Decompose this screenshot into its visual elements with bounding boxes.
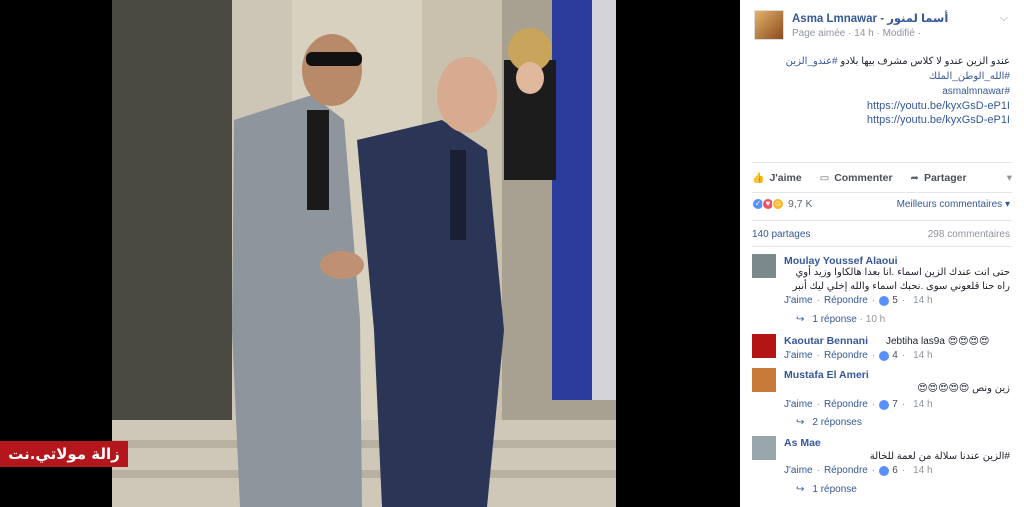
reply-arrow-icon: ↪ [796,314,805,325]
comment-actions: J'aime · Répondre · 7 · 14 h [784,399,933,410]
divider [752,162,1012,163]
hashtag-link[interactable]: #asmalmnawar [942,86,1010,97]
audience-chevron-icon[interactable]: ▾ [1007,172,1012,184]
comment-like-link[interactable]: J'aime [784,465,813,476]
comments-count[interactable]: 298 commentaires [928,229,1010,240]
reply-arrow-icon: ↪ [796,417,805,428]
photo-viewer: زالة مولاتي.نت [0,0,740,507]
post-text: عندو الزين عندو لا كلاس مشرف بيها بلادو … [760,54,1010,99]
reaction-count: 9,7 K [788,198,813,210]
youtube-link[interactable]: https://youtu.be/kyxGsD-eP1I [867,100,1010,112]
post-actions: 👍 J'aime ▭ Commenter ➦ Partager ▾ [752,168,1012,188]
replies-link[interactable]: ↪ 1 réponse [796,484,857,495]
shares-count[interactable]: 140 partages [752,229,810,240]
replies-link[interactable]: ↪ 1 réponse · 10 h [796,314,885,325]
like-reaction-icon [879,465,890,476]
like-button[interactable]: 👍 J'aime [752,172,802,184]
comment-reply-link[interactable]: Répondre [824,465,868,476]
commenter-name[interactable]: Mustafa El Ameri [784,369,869,381]
comment-time[interactable]: 14 h [913,350,932,361]
comment-item: Mustafa El Ameri زين ونص 😍😍😍😍😍 J'aime · R… [752,368,1012,434]
post-text-line: عندو الزين عندو لا كلاس مشرف بيها بلادو [840,56,1010,67]
comment-actions: J'aime · Répondre · 5 · 14 h [784,295,933,306]
comment-time[interactable]: 14 h [913,295,932,306]
reply-count: 2 réponses [812,417,862,428]
comment-item: As Mae #الزين عندنا سلالة من لعمة للخالة… [752,436,1012,502]
reply-time: 10 h [865,314,886,325]
comment-item: Kaoutar Bennani Jebtiha las9a 😍😍😍😍 J'aim… [752,334,1012,364]
sort-label: Meilleurs commentaires [896,199,1003,210]
haha-reaction-icon: ☺ [772,198,784,210]
divider [752,220,1012,221]
page-avatar[interactable] [754,10,784,40]
comment-text: #الزين عندنا سلالة من لعمة للخالة [869,451,1010,462]
post-photo[interactable] [112,0,616,507]
comment-actions: J'aime · Répondre · 6 · 14 h [784,465,933,476]
reactions-summary[interactable]: ✓ ♥ ☺ 9,7 K [752,198,813,210]
comment-likes[interactable]: 4 [879,350,898,361]
share-icon: ➦ [910,172,919,184]
comment-text: زين ونص 😍😍😍😍😍 [917,383,1010,394]
share-label: Partager [923,172,967,184]
youtube-link[interactable]: https://youtu.be/kyxGsD-eP1I [867,114,1010,126]
sort-comments-dropdown[interactable]: Meilleurs commentaires ▾ [897,199,1010,210]
comment-like-link[interactable]: J'aime [784,295,813,306]
likes-count: 5 [892,295,898,306]
commenter-name[interactable]: Kaoutar Bennani [784,335,868,347]
likes-count: 4 [892,350,898,361]
comment-time[interactable]: 14 h [913,399,932,410]
reply-arrow-icon: ↪ [796,484,805,495]
comment-icon: ▭ [819,172,830,184]
like-label: J'aime [769,172,802,184]
page-name[interactable]: Asma Lmnawar - أسما لمنور [792,11,948,25]
comment-text: Jebtiha las9a 😍😍😍😍 [886,336,990,347]
comment-like-link[interactable]: J'aime [784,399,813,410]
divider [752,192,1012,193]
comment-reply-link[interactable]: Répondre [824,350,868,361]
comment-text: حتى انت عندك الزين اسماء .انا بعدا هالكا… [792,267,1010,292]
like-reaction-icon [879,350,890,361]
avatar[interactable] [752,254,776,278]
comment-actions: J'aime · Répondre · 4 · 14 h [784,350,933,361]
comment-likes[interactable]: 7 [879,399,898,410]
reply-count: 1 réponse [812,314,857,325]
comment-button[interactable]: ▭ Commenter [820,172,893,184]
commenter-name[interactable]: As Mae [784,437,821,449]
avatar[interactable] [752,436,776,460]
avatar[interactable] [752,368,776,392]
likes-count: 6 [892,465,898,476]
photo-illustration [112,0,616,507]
like-reaction-icon [879,399,890,410]
comment-item: Moulay Youssef Alaoui حتى انت عندك الزين… [752,254,1012,330]
share-button[interactable]: ➦ Partager [911,172,967,184]
hashtag-link[interactable]: #الله_الوطن_الملك [929,71,1010,82]
site-watermark: زالة مولاتي.نت [0,441,128,467]
reply-count: 1 réponse [812,484,857,495]
comment-reply-link[interactable]: Répondre [824,399,868,410]
comment-likes[interactable]: 5 [879,295,898,306]
thumbs-up-icon: 👍 [752,172,765,184]
comment-label: Commenter [834,172,893,184]
post-meta: Page aimée · 14 h · Modifié · [792,28,921,39]
divider [752,246,1012,247]
comment-time[interactable]: 14 h [913,465,932,476]
avatar[interactable] [752,334,776,358]
hashtag-link[interactable]: #عندو_الزين [786,56,838,67]
comment-reply-link[interactable]: Répondre [824,295,868,306]
post-side-panel: Asma Lmnawar - أسما لمنور Page aimée · 1… [740,0,1024,507]
comment-likes[interactable]: 6 [879,465,898,476]
chevron-down-icon[interactable]: ⌵ [1000,12,1008,25]
replies-link[interactable]: ↪ 2 réponses [796,417,862,428]
like-reaction-icon [879,295,890,306]
likes-count: 7 [892,399,898,410]
comment-like-link[interactable]: J'aime [784,350,813,361]
